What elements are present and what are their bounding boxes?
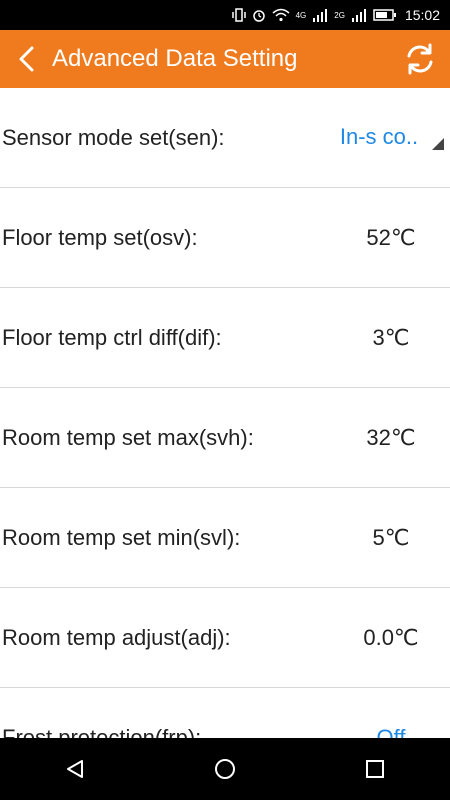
- setting-row-floor-temp-diff[interactable]: Floor temp ctrl diff(dif): 3℃: [0, 288, 450, 388]
- wifi-icon: [272, 8, 290, 22]
- nav-recents-button[interactable]: [335, 738, 415, 800]
- alarm-icon: [252, 10, 265, 22]
- app-bar: Advanced Data Setting: [0, 30, 450, 88]
- screen: 4G 2G 15:02 Advanced Data Setting Sensor…: [0, 0, 450, 800]
- triangle-back-icon: [67, 760, 83, 778]
- floor-temp-diff-value[interactable]: 3℃: [332, 325, 450, 351]
- status-icons: 4G 2G: [231, 8, 397, 22]
- setting-row-sensor-mode: Sensor mode set(sen): In-s co..: [0, 88, 450, 188]
- signal-sim2-icon: [351, 9, 366, 22]
- settings-list: Sensor mode set(sen): In-s co.. Floor te…: [0, 88, 450, 738]
- setting-row-room-temp-max[interactable]: Room temp set max(svh): 32℃: [0, 388, 450, 488]
- sim1-network-label: 4G: [295, 10, 307, 20]
- refresh-button[interactable]: [390, 30, 450, 88]
- back-button[interactable]: [0, 30, 52, 88]
- status-time: 15:02: [404, 7, 440, 23]
- vibrate-icon: [231, 8, 246, 22]
- floor-temp-value[interactable]: 52℃: [332, 225, 450, 251]
- setting-row-room-temp-adjust[interactable]: Room temp adjust(adj): 0.0℃: [0, 588, 450, 688]
- room-temp-min-value[interactable]: 5℃: [332, 525, 450, 551]
- nav-home-button[interactable]: [185, 738, 265, 800]
- setting-row-floor-temp[interactable]: Floor temp set(osv): 52℃: [0, 188, 450, 288]
- room-temp-max-value[interactable]: 32℃: [332, 425, 450, 451]
- battery-icon: [373, 9, 396, 21]
- sensor-mode-dropdown[interactable]: In-s co..: [328, 118, 444, 158]
- navigation-bar: [0, 738, 450, 800]
- setting-row-frost-protection[interactable]: Frost protection(frp): Off: [0, 688, 450, 739]
- circle-home-icon: [215, 759, 235, 779]
- square-recents-icon: [366, 760, 384, 778]
- dropdown-arrow-icon: [432, 138, 444, 150]
- refresh-icon: [407, 43, 433, 75]
- status-bar: 4G 2G 15:02: [0, 0, 450, 30]
- nav-back-button[interactable]: [35, 738, 115, 800]
- chevron-left-icon: [19, 46, 34, 72]
- room-temp-adjust-value[interactable]: 0.0℃: [332, 625, 450, 651]
- page-title: Advanced Data Setting: [52, 45, 298, 72]
- frost-protection-value[interactable]: Off: [332, 725, 450, 739]
- dropdown-selected-value: In-s co..: [339, 124, 419, 149]
- setting-row-room-temp-min[interactable]: Room temp set min(svl): 5℃: [0, 488, 450, 588]
- signal-sim1-icon: [313, 9, 328, 22]
- sim2-network-label: 2G: [334, 10, 345, 20]
